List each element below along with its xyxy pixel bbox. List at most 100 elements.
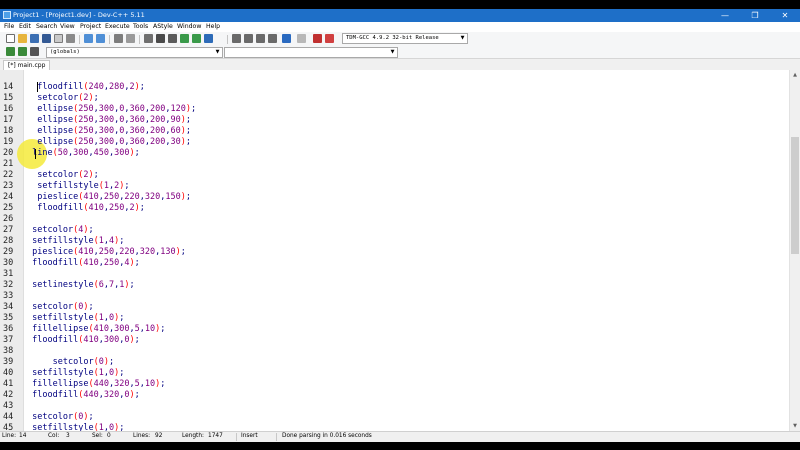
menu-file[interactable]: File bbox=[4, 23, 14, 30]
line-number: 30 bbox=[3, 258, 14, 268]
chart-icon[interactable] bbox=[313, 34, 322, 43]
menu-bar: File Edit Search View Project Execute To… bbox=[0, 22, 800, 32]
goto-icon[interactable] bbox=[144, 34, 153, 43]
class-browser-icon[interactable] bbox=[6, 47, 15, 56]
code-line[interactable]: ellipse(250,300,0,360,200,30); bbox=[27, 137, 191, 148]
code-line[interactable]: setcolor(0); bbox=[27, 412, 94, 423]
menu-edit[interactable]: Edit bbox=[19, 23, 31, 30]
scrollbar-thumb[interactable] bbox=[791, 137, 799, 254]
code-line[interactable]: line(50,300,450,300); bbox=[27, 148, 140, 159]
minimize-button[interactable]: — bbox=[710, 9, 740, 22]
line-number: 24 bbox=[3, 192, 14, 202]
line-number: 34 bbox=[3, 302, 14, 312]
code-line[interactable]: setcolor(4); bbox=[27, 225, 94, 236]
code-line[interactable]: setcolor(2); bbox=[27, 93, 99, 104]
line-number: 23 bbox=[3, 181, 14, 191]
code-line[interactable]: fillellipse(440,320,5,10); bbox=[27, 379, 165, 390]
find-icon[interactable] bbox=[114, 34, 123, 43]
bookmark-icon[interactable] bbox=[156, 34, 165, 43]
stop-icon[interactable] bbox=[297, 34, 306, 43]
toolbar-separator bbox=[139, 35, 140, 44]
menu-project[interactable]: Project bbox=[80, 23, 101, 30]
code-line[interactable]: floodfill(410,250,2); bbox=[27, 203, 145, 214]
line-number: 25 bbox=[3, 203, 14, 213]
run-icon[interactable] bbox=[244, 34, 253, 43]
code-editor[interactable]: 14 15 16 17 18 19 20 21 22 23 24 25 26 27 28 29 30 31 32 33… bbox=[0, 70, 789, 433]
code-line[interactable]: ellipse(250,300,0,360,200,120); bbox=[27, 104, 196, 115]
menu-help[interactable]: Help bbox=[206, 23, 220, 30]
debug-icon[interactable] bbox=[282, 34, 291, 43]
code-line[interactable]: floodfill(240,280,2); bbox=[27, 82, 145, 93]
indent-icon[interactable] bbox=[180, 34, 189, 43]
save-icon[interactable] bbox=[30, 34, 39, 43]
new-file-icon[interactable] bbox=[6, 34, 15, 43]
save-all-icon[interactable] bbox=[42, 34, 51, 43]
code-line[interactable]: setcolor(0); bbox=[27, 357, 115, 368]
function-select[interactable]: ▼ bbox=[224, 47, 398, 58]
replace-icon[interactable] bbox=[126, 34, 135, 43]
compile-icon[interactable] bbox=[232, 34, 241, 43]
line-number: 29 bbox=[3, 247, 14, 257]
toggle-comment-icon[interactable] bbox=[168, 34, 177, 43]
profile-icon[interactable] bbox=[325, 34, 334, 43]
line-number: 39 bbox=[3, 357, 14, 367]
code-line[interactable]: setfillstyle(1,4); bbox=[27, 236, 124, 247]
status-length-value: 1747 bbox=[208, 433, 223, 439]
code-line[interactable]: setcolor(2); bbox=[27, 170, 99, 181]
class-toolbar: (globals) ▼ ▼ bbox=[0, 45, 800, 59]
line-number: 44 bbox=[3, 412, 14, 422]
toggle-icon[interactable] bbox=[30, 47, 39, 56]
vertical-scrollbar[interactable]: ▲ ▼ bbox=[789, 70, 800, 431]
menu-astyle[interactable]: AStyle bbox=[153, 23, 173, 30]
chevron-down-icon: ▼ bbox=[215, 49, 220, 55]
menu-window[interactable]: Window bbox=[177, 23, 201, 30]
code-line[interactable]: setfillstyle(1,0); bbox=[27, 368, 124, 379]
code-line[interactable]: floodfill(410,300,0); bbox=[27, 335, 140, 346]
code-line[interactable]: fillellipse(410,300,5,10); bbox=[27, 324, 165, 335]
code-line[interactable]: setfillstyle(1,2); bbox=[27, 181, 129, 192]
code-line[interactable]: setlinestyle(6,7,1); bbox=[27, 280, 135, 291]
line-number: 19 bbox=[3, 137, 14, 147]
code-line[interactable]: floodfill(440,320,0); bbox=[27, 390, 140, 401]
line-number: 17 bbox=[3, 115, 14, 125]
code-line[interactable]: setfillstyle(1,0); bbox=[27, 313, 124, 324]
close-button[interactable]: ✕ bbox=[770, 9, 800, 22]
editor-tabs: [*] main.cpp bbox=[0, 59, 800, 70]
redo-icon[interactable] bbox=[96, 34, 105, 43]
code-line[interactable]: floodfill(410,250,4); bbox=[27, 258, 140, 269]
status-col-label: Col: bbox=[48, 433, 60, 439]
compiler-select[interactable]: TDM-GCC 4.9.2 32-bit Release ▼ bbox=[342, 33, 468, 44]
open-icon[interactable] bbox=[18, 34, 27, 43]
undo-icon[interactable] bbox=[84, 34, 93, 43]
code-line[interactable]: pieslice(410,250,220,320,150); bbox=[27, 192, 191, 203]
menu-execute[interactable]: Execute bbox=[105, 23, 130, 30]
compile-run-icon[interactable] bbox=[256, 34, 265, 43]
app-icon bbox=[3, 11, 11, 19]
title-bar[interactable]: Project1 - [Project1.dev] - Dev-C++ 5.11… bbox=[0, 9, 800, 22]
code-line[interactable]: ellipse(250,300,0,360,200,60); bbox=[27, 126, 191, 137]
status-mode: Insert bbox=[241, 433, 258, 439]
scroll-down-icon[interactable]: ▼ bbox=[790, 421, 800, 431]
compiler-select-value: TDM-GCC 4.9.2 32-bit Release bbox=[346, 35, 439, 41]
scope-select[interactable]: (globals) ▼ bbox=[46, 47, 223, 58]
scope-select-value: (globals) bbox=[50, 49, 80, 55]
check-icon[interactable] bbox=[204, 34, 213, 43]
menu-tools[interactable]: Tools bbox=[133, 23, 148, 30]
print-icon[interactable] bbox=[66, 34, 75, 43]
maximize-button[interactable]: ❐ bbox=[740, 9, 770, 22]
code-line[interactable]: setcolor(0); bbox=[27, 302, 94, 313]
rebuild-icon[interactable] bbox=[268, 34, 277, 43]
scroll-up-icon[interactable]: ▲ bbox=[790, 70, 800, 80]
code-line[interactable]: ellipse(250,300,0,360,200,90); bbox=[27, 115, 191, 126]
line-number: 22 bbox=[3, 170, 14, 180]
close-file-icon[interactable] bbox=[54, 34, 63, 43]
status-separator bbox=[276, 433, 277, 441]
menu-search[interactable]: Search bbox=[36, 23, 57, 30]
unindent-icon[interactable] bbox=[192, 34, 201, 43]
insert-icon[interactable] bbox=[18, 47, 27, 56]
line-number: 32 bbox=[3, 280, 14, 290]
code-line[interactable]: pieslice(410,250,220,320,130); bbox=[27, 247, 186, 258]
main-toolbar: TDM-GCC 4.9.2 32-bit Release ▼ bbox=[0, 32, 800, 45]
menu-view[interactable]: View bbox=[60, 23, 75, 30]
tab-main-cpp[interactable]: [*] main.cpp bbox=[3, 60, 51, 70]
